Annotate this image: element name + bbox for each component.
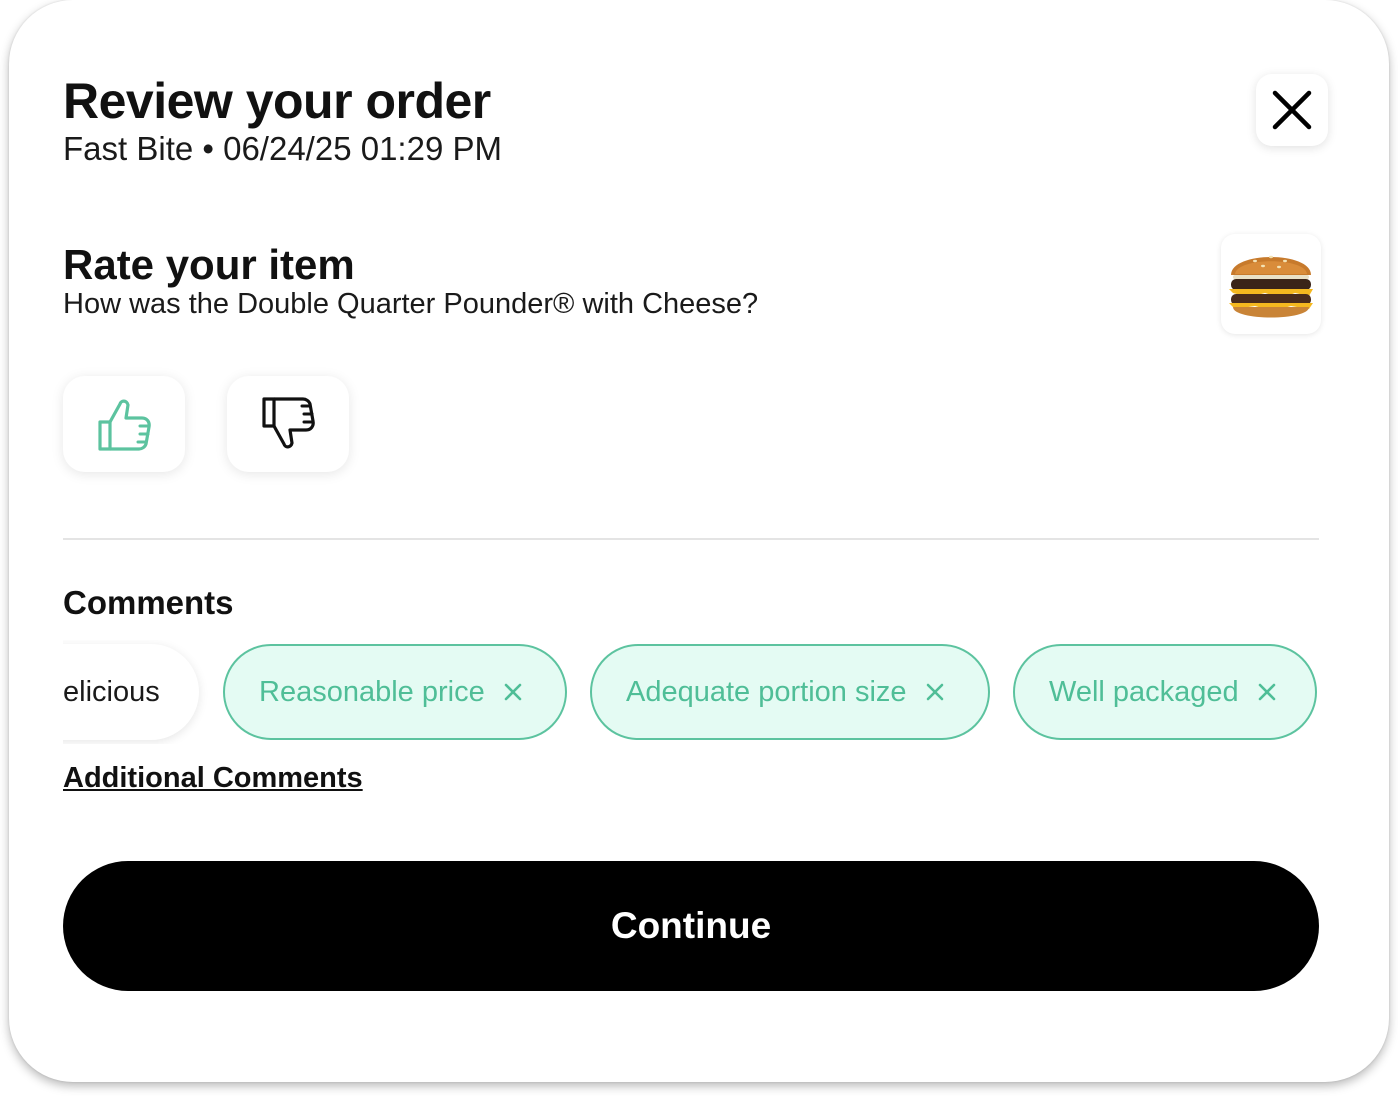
comment-chip-selected[interactable]: Reasonable price (223, 644, 567, 740)
chip-label: Adequate portion size (626, 675, 907, 708)
rate-item-title: Rate your item (63, 241, 355, 288)
remove-chip-icon[interactable] (925, 682, 945, 702)
comment-chip-selected[interactable]: Well packaged (1013, 644, 1317, 740)
chip-label: Reasonable price (259, 675, 485, 708)
review-order-dialog: Review your order Fast Bite • 06/24/25 0… (9, 0, 1389, 1082)
page: Review your order Fast Bite • 06/24/25 0… (0, 0, 1398, 1096)
item-image (1221, 234, 1321, 334)
comment-chip-selected[interactable]: Adequate portion size (590, 644, 990, 740)
thumbs-down-button[interactable] (227, 376, 349, 472)
thumbs-up-icon (98, 399, 151, 451)
order-info: Fast Bite • 06/24/25 01:29 PM (63, 130, 502, 167)
remove-chip-icon[interactable] (1257, 682, 1277, 702)
chip-label: Well packaged (1049, 675, 1239, 708)
continue-button[interactable]: Continue (63, 861, 1319, 991)
close-icon (1272, 90, 1312, 130)
rate-item-question: How was the Double Quarter Pounder® with… (63, 288, 759, 320)
dialog-title: Review your order (63, 73, 491, 129)
additional-comments-link[interactable]: Additional Comments (63, 762, 363, 795)
thumbs-down-icon (262, 397, 315, 449)
comment-chips[interactable]: elicious Reasonable price Adequate porti… (63, 640, 1319, 744)
thumbs-up-button[interactable] (63, 376, 185, 472)
chip-label: elicious (63, 675, 160, 708)
remove-chip-icon[interactable] (503, 682, 523, 702)
comment-chip[interactable]: elicious (63, 644, 199, 740)
comments-title: Comments (63, 584, 234, 621)
close-button[interactable] (1256, 74, 1328, 146)
burger-image (1229, 255, 1313, 318)
divider (63, 538, 1319, 540)
